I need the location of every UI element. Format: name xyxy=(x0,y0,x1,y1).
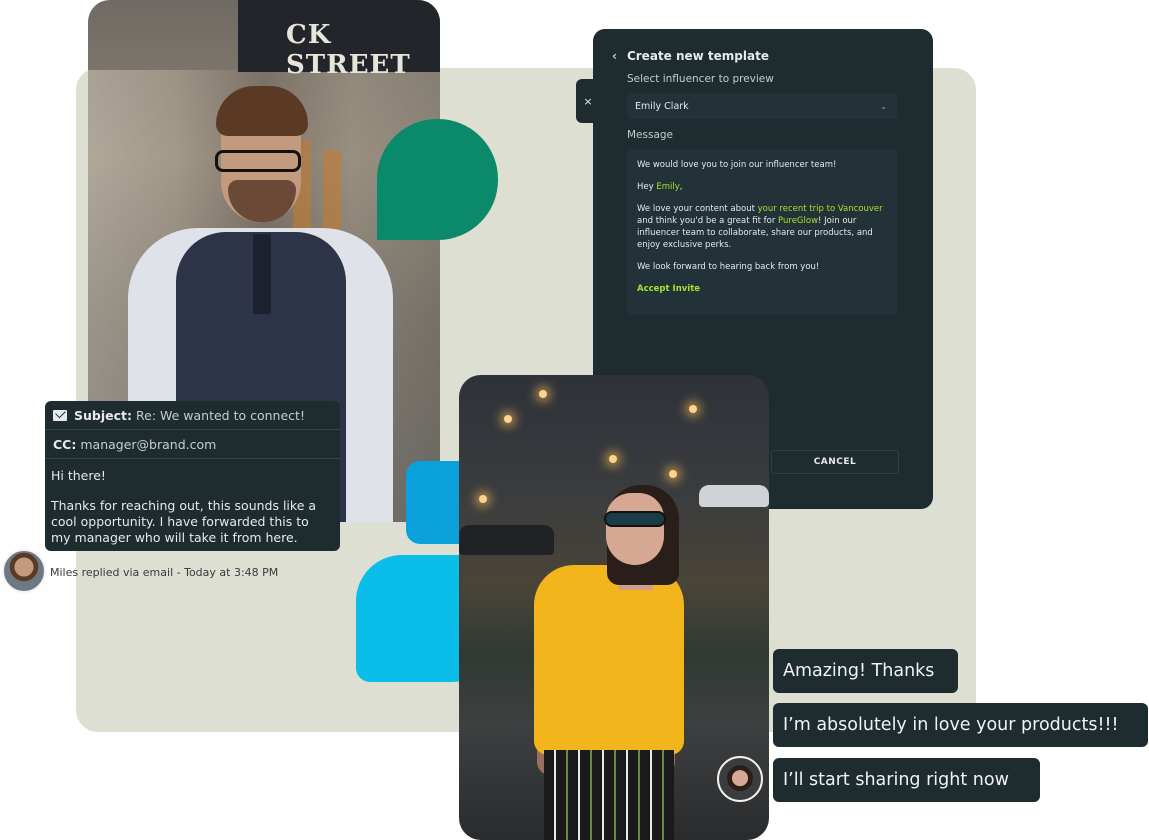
decorative-green-shape xyxy=(377,119,498,240)
email-body: Hi there! Thanks for reaching out, this … xyxy=(45,459,340,546)
cancel-button[interactable]: CANCEL xyxy=(771,450,899,474)
street-light xyxy=(479,495,487,503)
street-sign: CK STREET xyxy=(238,0,440,80)
email-reply-card: Subject: Re: We wanted to connect! CC: m… xyxy=(45,401,340,551)
street-light xyxy=(609,455,617,463)
email-cc-row: CC: manager@brand.com xyxy=(45,430,340,459)
subject-value: Re: We wanted to connect! xyxy=(136,407,305,423)
message-intro: We would love you to join our influencer… xyxy=(637,160,837,170)
email-message: Thanks for reaching out, this sounds lik… xyxy=(51,498,317,545)
brand-name-variable: PureGlow xyxy=(778,216,819,226)
street-light xyxy=(539,390,547,398)
woman-sunglasses xyxy=(604,511,666,527)
panel-header[interactable]: ‹ Create new template xyxy=(612,49,769,63)
influencer-name-variable: Emily xyxy=(656,182,680,192)
street-light xyxy=(504,415,512,423)
cc-value: manager@brand.com xyxy=(80,436,217,452)
chat-message: Amazing! Thanks xyxy=(773,649,958,693)
close-icon[interactable]: × xyxy=(576,79,600,123)
chat-message: I’ll start sharing right now xyxy=(773,758,1040,802)
message-editor[interactable]: We would love you to join our influencer… xyxy=(627,149,897,315)
chevron-left-icon[interactable]: ‹ xyxy=(612,49,617,63)
message-closing: We look forward to hearing back from you… xyxy=(637,262,820,272)
man-tie xyxy=(253,234,271,314)
avatar xyxy=(717,756,763,802)
parked-car xyxy=(459,525,554,555)
influencer-select[interactable]: Emily Clark ⌄ xyxy=(627,93,897,119)
cc-key: CC: xyxy=(53,436,77,452)
email-subject-row: Subject: Re: We wanted to connect! xyxy=(45,401,340,430)
message-paragraph: We love your content about your recent t… xyxy=(637,204,883,250)
man-glasses xyxy=(215,150,301,172)
woman-face xyxy=(606,493,664,565)
woman-shirt xyxy=(534,565,684,755)
message-label: Message xyxy=(627,129,674,141)
reply-status-text: Miles replied via email - Today at 3:48 … xyxy=(50,566,279,579)
selected-influencer: Emily Clark xyxy=(635,100,689,112)
chevron-down-icon: ⌄ xyxy=(880,101,887,111)
chat-message: I’m absolutely in love your products!!! xyxy=(773,703,1148,747)
avatar xyxy=(2,549,46,593)
subject-key: Subject: xyxy=(74,407,132,423)
email-greeting: Hi there! xyxy=(51,468,106,483)
content-topic-variable: your recent trip to Vancouver xyxy=(757,204,883,214)
mail-icon xyxy=(53,409,67,421)
accept-invite-link[interactable]: Accept Invite xyxy=(637,283,887,295)
street-light xyxy=(669,470,677,478)
parked-car xyxy=(699,485,769,507)
select-influencer-label: Select influencer to preview xyxy=(627,73,774,85)
street-light xyxy=(689,405,697,413)
panel-title: Create new template xyxy=(626,49,769,63)
woman-pants xyxy=(544,750,674,840)
message-greeting: Hey Emily, xyxy=(637,182,683,192)
